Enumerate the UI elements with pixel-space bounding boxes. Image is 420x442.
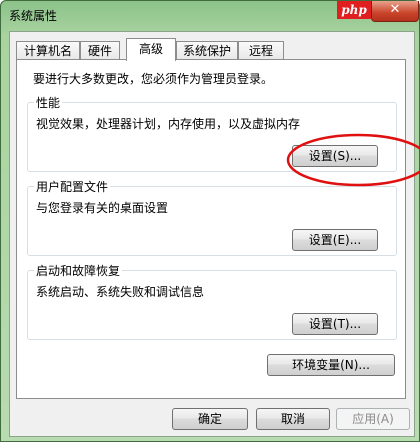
cancel-button[interactable]: 取消 [256, 408, 330, 430]
close-button[interactable]: ✕ [371, 1, 419, 22]
performance-title: 性能 [34, 94, 63, 111]
startup-recovery-settings-button[interactable]: 设置(T)... [292, 313, 378, 335]
system-properties-window: 系统属性 php ✕ 计算机名 硬件 高级 系统保护 远程 要进行大多数更改，您… [0, 0, 420, 442]
user-profiles-settings-button[interactable]: 设置(E)... [292, 229, 378, 251]
performance-description: 视觉效果，处理器计划，内存使用，以及虚拟内存 [36, 117, 301, 131]
user-profiles-group: 用户配置文件 与您登录有关的桌面设置 设置(E)... [27, 178, 397, 256]
performance-group: 性能 视觉效果，处理器计划，内存使用，以及虚拟内存 设置(S)... [27, 94, 397, 172]
tab-computer-name[interactable]: 计算机名 [16, 41, 80, 60]
admin-notice: 要进行大多数更改，您必须作为管理员登录。 [33, 72, 274, 86]
performance-settings-button[interactable]: 设置(S)... [292, 145, 378, 167]
tab-advanced[interactable]: 高级 [126, 38, 176, 61]
title-bar[interactable]: 系统属性 php ✕ [1, 1, 419, 31]
window-title: 系统属性 [9, 9, 58, 23]
user-profiles-title: 用户配置文件 [34, 178, 111, 195]
startup-recovery-group: 启动和故障恢复 系统启动、系统失败和调试信息 设置(T)... [27, 262, 397, 340]
php-logo: php [337, 1, 371, 19]
advanced-tab-panel: 要进行大多数更改，您必须作为管理员登录。 性能 视觉效果，处理器计划，内存使用，… [16, 59, 406, 399]
tab-system-protection[interactable]: 系统保护 [176, 41, 238, 60]
tab-hardware[interactable]: 硬件 [80, 41, 120, 60]
environment-variables-button[interactable]: 环境变量(N)... [267, 354, 395, 376]
ok-button[interactable]: 确定 [172, 408, 248, 430]
startup-recovery-description: 系统启动、系统失败和调试信息 [36, 285, 205, 299]
apply-button[interactable]: 应用(A) [336, 408, 410, 430]
dialog-client-area: 计算机名 硬件 高级 系统保护 远程 要进行大多数更改，您必须作为管理员登录。 … [9, 31, 415, 437]
user-profiles-description: 与您登录有关的桌面设置 [36, 201, 169, 215]
tab-remote[interactable]: 远程 [238, 41, 284, 60]
startup-recovery-title: 启动和故障恢复 [34, 262, 123, 279]
